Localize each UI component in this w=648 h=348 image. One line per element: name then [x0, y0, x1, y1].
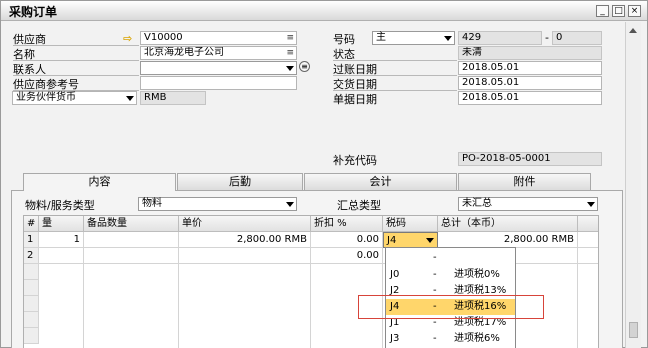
summary-type-label: 汇总类型: [337, 199, 381, 212]
vertical-scrollbar[interactable]: [625, 22, 641, 348]
posting-date-field[interactable]: 2018.05.01: [458, 61, 602, 75]
doc-sub-field: 0: [552, 31, 602, 45]
column-header-tax-code[interactable]: 税码: [383, 216, 438, 232]
quantity-cell[interactable]: 1: [39, 232, 84, 248]
vendor-code-field[interactable]: V10000 ≡: [140, 31, 297, 45]
currency-type-dropdown[interactable]: 业务伙伴货币: [12, 91, 137, 105]
scroll-up-icon[interactable]: [629, 28, 637, 33]
row-number: [24, 264, 39, 280]
row-number[interactable]: 2: [24, 248, 39, 264]
purchase-order-window: 采购订单 _ □ × 供应商 ⇨ V10000 ≡ 名称 北京海龙电子公司 ≡ 联系…: [0, 0, 648, 348]
row-number: [24, 328, 39, 344]
vendor-ref-field[interactable]: [140, 76, 297, 90]
tab-attachments[interactable]: 附件: [458, 173, 591, 190]
replenish-code-field: PO-2018-05-0001: [458, 152, 602, 166]
vendor-name-field[interactable]: 北京海龙电子公司 ≡: [140, 46, 297, 60]
currency-field: RMB: [140, 91, 206, 105]
empty-column: [179, 264, 311, 348]
status-field: 未清: [458, 46, 602, 60]
maximize-button[interactable]: □: [612, 5, 625, 17]
empty-column: [39, 264, 84, 348]
scroll-thumb[interactable]: [629, 322, 638, 338]
chevron-down-icon[interactable]: [426, 238, 434, 243]
choose-list-icon[interactable]: ≡: [286, 47, 294, 59]
extra-cell: [578, 248, 598, 264]
spare-qty-cell[interactable]: [84, 248, 179, 264]
column-header-discount[interactable]: 折扣 %: [311, 216, 383, 232]
window-title: 采购订单: [9, 5, 58, 19]
title-bar: 采购订单 _ □ ×: [1, 1, 647, 21]
chevron-down-icon: [286, 66, 294, 71]
tab-content[interactable]: 内容: [23, 173, 176, 191]
tax-code-cell[interactable]: J4: [383, 232, 438, 248]
column-header-quantity[interactable]: 量: [39, 216, 84, 232]
number-label: 号码: [333, 33, 355, 46]
unit-price-cell[interactable]: [179, 248, 311, 264]
discount-cell[interactable]: 0.00: [311, 248, 383, 264]
tax-option-j0[interactable]: J0 - 进项税0%: [386, 267, 515, 283]
minimize-button[interactable]: _: [596, 5, 609, 17]
chevron-down-icon: [587, 202, 595, 207]
link-arrow-icon[interactable]: ⇨: [123, 32, 132, 45]
item-type-dropdown[interactable]: 物料: [138, 197, 297, 211]
close-button[interactable]: ×: [628, 5, 641, 17]
unit-price-cell[interactable]: 2,800.00 RMB: [179, 232, 311, 248]
choose-list-icon[interactable]: ≡: [286, 32, 294, 44]
row-number: [24, 296, 39, 312]
chevron-down-icon: [286, 202, 294, 207]
row-number: [24, 280, 39, 296]
highlight-box: [358, 295, 544, 319]
doc-number-field: 429: [458, 31, 542, 45]
tab-accounting[interactable]: 会计: [304, 173, 457, 190]
row-number[interactable]: 1: [24, 232, 39, 248]
column-header-row-number[interactable]: #: [24, 216, 39, 232]
info-icon[interactable]: ≡: [299, 61, 310, 72]
total-cell[interactable]: 2,800.00 RMB: [438, 232, 578, 248]
tax-option-j3[interactable]: J3 - 进项税6%: [386, 331, 515, 347]
empty-column: [84, 264, 179, 348]
series-dropdown[interactable]: 主: [372, 31, 455, 45]
column-header-total[interactable]: 总计（本币）: [438, 216, 578, 232]
column-header-extra: [578, 216, 598, 232]
spare-qty-cell[interactable]: [84, 232, 179, 248]
row-number: [24, 312, 39, 328]
tab-logistics[interactable]: 后勤: [177, 173, 303, 190]
replenish-code-label: 补充代码: [333, 154, 377, 167]
contact-dropdown[interactable]: [140, 61, 297, 75]
number-dash: -: [545, 31, 549, 44]
extra-cell: [578, 232, 598, 248]
delivery-date-field[interactable]: 2018.05.01: [458, 76, 602, 90]
item-type-label: 物料/服务类型: [25, 199, 95, 212]
doc-date-field[interactable]: 2018.05.01: [458, 91, 602, 105]
chevron-down-icon: [444, 36, 452, 41]
chevron-down-icon: [126, 96, 134, 101]
column-header-spare-qty[interactable]: 备品数量: [84, 216, 179, 232]
summary-type-dropdown[interactable]: 未汇总: [458, 197, 598, 211]
column-header-unit-price[interactable]: 单价: [179, 216, 311, 232]
discount-cell[interactable]: 0.00: [311, 232, 383, 248]
quantity-cell[interactable]: [39, 248, 84, 264]
tax-option[interactable]: -: [386, 250, 515, 266]
doc-date-label: 单据日期: [333, 93, 377, 106]
